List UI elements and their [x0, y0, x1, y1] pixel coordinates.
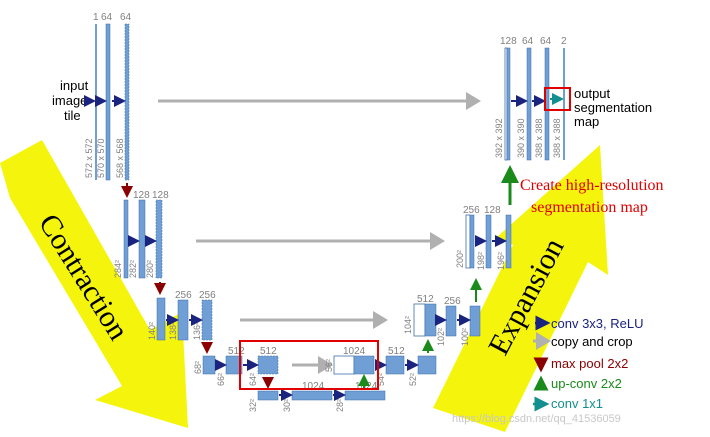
legend-label: copy and crop — [551, 334, 633, 349]
feature-map-r4-up — [353, 355, 375, 375]
dim-label: 100² — [460, 328, 470, 346]
channel-label: 256 — [199, 290, 216, 301]
feature-map-l5-a — [291, 390, 333, 401]
feature-map-l5-pool — [257, 390, 279, 401]
feature-map-r4-a — [385, 355, 405, 375]
dim-label: 570 x 570 — [96, 138, 106, 178]
feature-map-l1-b — [124, 23, 130, 181]
feature-map-l4-pool — [202, 355, 216, 375]
legend-label: max pool 2x2 — [551, 356, 628, 371]
legend-label: conv 1x1 — [551, 396, 603, 411]
dim-label: 56² — [324, 359, 334, 372]
feature-map-r2-a — [485, 214, 492, 269]
feature-map-l2-b — [155, 199, 163, 279]
channel-label: 512 — [228, 346, 245, 357]
feature-map-l3-a — [177, 299, 189, 341]
channel-label: 512 — [388, 346, 405, 357]
channel-label: 256 — [175, 290, 192, 301]
feature-map-l4-b — [257, 355, 279, 375]
feature-map-r1-copy — [504, 47, 508, 161]
dim-label: 392 x 392 — [494, 118, 504, 158]
feature-map-r3-copy — [413, 303, 426, 337]
dim-label: 28² — [335, 399, 345, 412]
feature-map-r4-copy — [333, 355, 355, 375]
feature-map-l5-b — [344, 390, 386, 401]
channel-label: 1024 — [355, 381, 378, 392]
channel-label: 512 — [417, 294, 434, 305]
feature-map-r4-b — [417, 355, 437, 375]
unet-diagram: 1 64 64 572 x 572 570 x 570 568 x 568 in… — [0, 12, 664, 432]
channel-label: 1024 — [302, 381, 325, 392]
dim-label: 68² — [193, 361, 203, 374]
channel-label: 256 — [444, 296, 461, 307]
dim-label: 568 x 568 — [115, 138, 125, 178]
channel-label: 1 — [93, 12, 99, 23]
feature-map-r1-a — [526, 47, 532, 161]
channel-label: 64 — [522, 36, 534, 47]
input-label-line2: image — [52, 93, 87, 108]
feature-map-r2-copy — [465, 214, 471, 269]
feature-map-l3-pool — [156, 297, 166, 341]
dim-label: 32² — [248, 399, 258, 412]
dim-label: 390 x 390 — [516, 118, 526, 158]
dim-label: 200² — [455, 250, 465, 268]
dim-label: 52² — [408, 373, 418, 386]
feature-map-r2-b — [505, 214, 512, 269]
watermark: https://blog.csdn.net/qq_41536059 — [452, 413, 621, 425]
legend-label: up-conv 2x2 — [551, 376, 622, 391]
feature-map-l3-b — [201, 299, 213, 341]
feature-map-r3-up — [424, 303, 437, 337]
dim-label: 198² — [476, 252, 486, 270]
dim-label: 388 x 388 — [534, 118, 544, 158]
input-label-line1: input — [60, 78, 89, 93]
channel-label: 512 — [260, 346, 277, 357]
feature-map-r2-up — [469, 214, 475, 269]
channel-label: 64 — [540, 36, 552, 47]
annotation-line1: Create high-resolution — [520, 177, 664, 194]
dim-label: 282² — [128, 260, 138, 278]
dim-label: 102² — [436, 328, 446, 346]
input-label-line3: tile — [64, 108, 81, 123]
dim-label: 388 x 388 — [552, 118, 562, 158]
dim-label: 64² — [248, 373, 258, 386]
dim-label: 104² — [403, 316, 413, 334]
channel-label: 128 — [133, 190, 150, 201]
output-label-line3: map — [574, 114, 599, 129]
legend-label: conv 3x3, ReLU — [551, 316, 644, 331]
dim-label: 140² — [147, 322, 157, 340]
channel-label: 128 — [152, 190, 169, 201]
channel-label: 2 — [561, 36, 567, 47]
output-label-line2: segmentation — [574, 100, 652, 115]
channel-label: 1024 — [343, 346, 366, 357]
output-label-line1: output — [574, 86, 611, 101]
dim-label: 280² — [145, 260, 155, 278]
channel-label: 256 — [463, 205, 480, 216]
channel-label: 128 — [484, 205, 501, 216]
dim-label: 284² — [113, 260, 123, 278]
dim-label: 196² — [496, 252, 506, 270]
feature-map-r1-up — [506, 47, 511, 161]
dim-label: 138² — [168, 322, 178, 340]
feature-map-r3-a — [445, 305, 457, 337]
channel-label: 128 — [500, 36, 517, 47]
dim-label: 66² — [216, 373, 226, 386]
channel-label: 64 — [120, 12, 132, 23]
dim-label: 136² — [192, 322, 202, 340]
feature-map-r3-b — [469, 305, 481, 337]
feature-map-l1-a — [105, 23, 111, 181]
dim-label: 30² — [282, 399, 292, 412]
feature-map-r1-output — [563, 48, 565, 160]
dim-label: 572 x 572 — [84, 138, 94, 178]
channel-label: 64 — [101, 12, 113, 23]
annotation-line2: segmentation map — [531, 199, 648, 216]
